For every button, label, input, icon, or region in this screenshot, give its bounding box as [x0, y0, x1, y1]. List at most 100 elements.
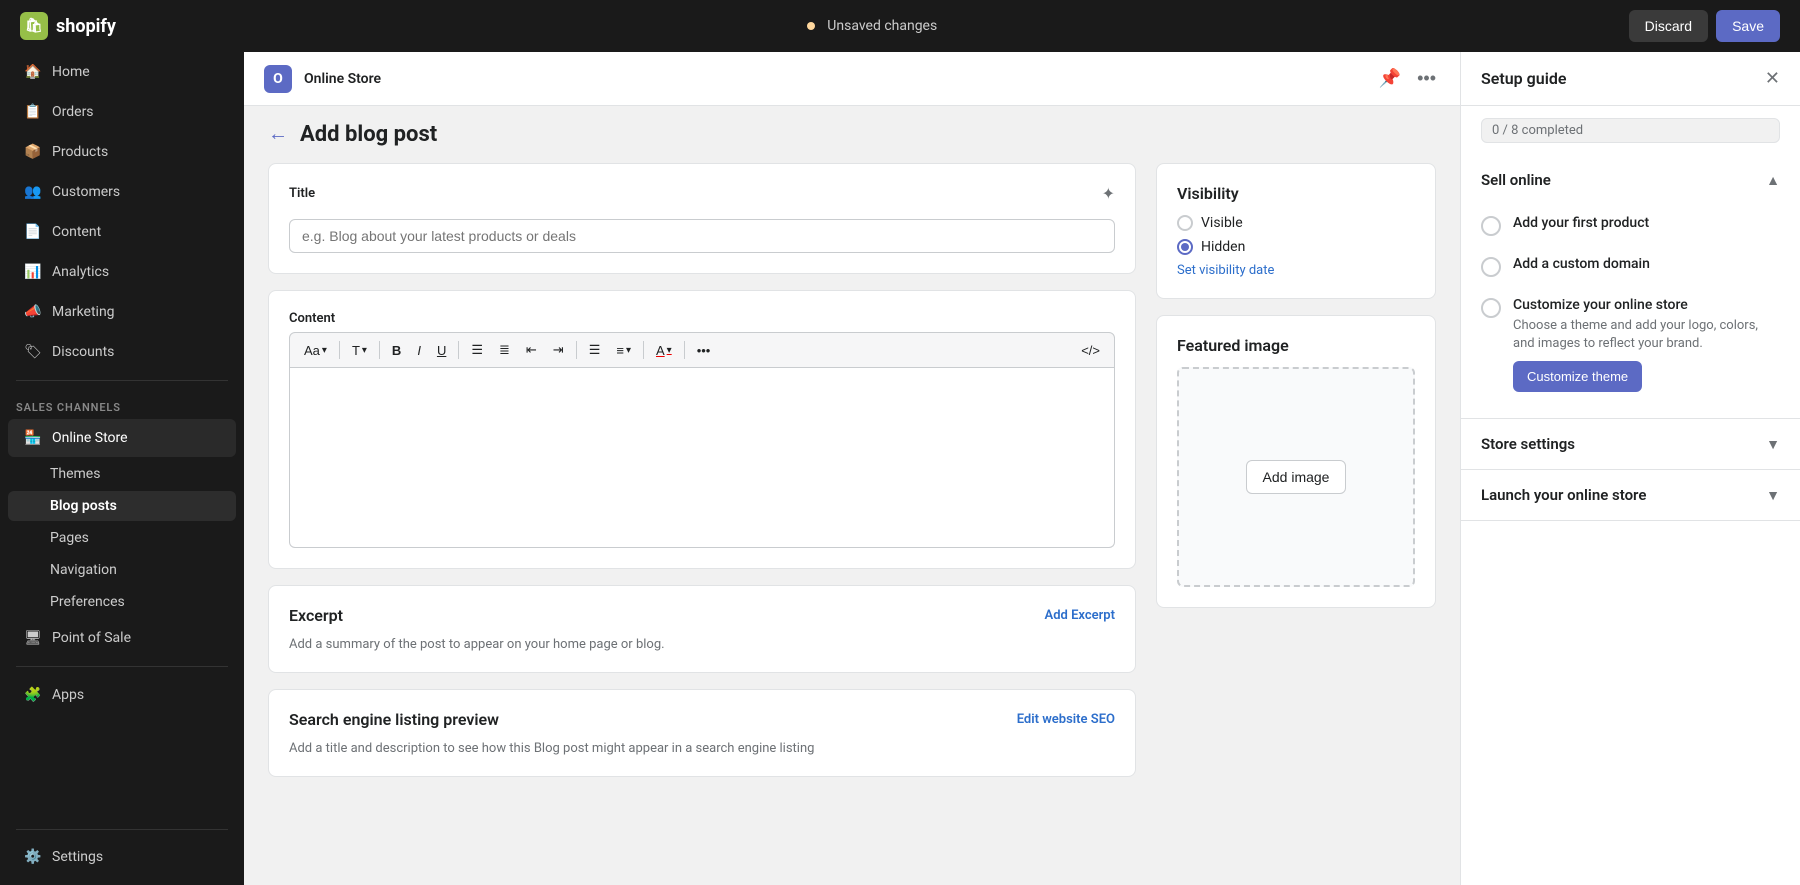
sidebar-item-products[interactable]: 📦 Products — [8, 133, 236, 171]
customize-store-check — [1481, 298, 1501, 318]
sidebar-item-settings[interactable]: ⚙️ Settings — [8, 838, 236, 876]
guide-item-first-product: Add your first product — [1481, 205, 1780, 246]
editor-toolbar: Aa ▾ T ▾ B I U ☰ ≣ ⇤ ⇥ ☰ ≡ ▾ — [289, 332, 1115, 368]
sidebar-item-online-store[interactable]: 🏪 Online Store — [8, 419, 236, 457]
setup-guide-close-button[interactable]: ✕ — [1765, 68, 1780, 89]
sidebar-item-themes[interactable]: Themes — [8, 459, 236, 489]
content-scroll: Title ✦ Content Aa ▾ T ▾ B I U — [244, 163, 1460, 885]
sell-online-body: Add your first product Add a custom doma… — [1461, 205, 1800, 418]
featured-image-area[interactable]: Add image — [1177, 367, 1415, 587]
customize-theme-button[interactable]: Customize theme — [1513, 361, 1642, 392]
shopify-bag-icon: 🛍 — [20, 12, 48, 40]
back-button[interactable]: ← — [268, 123, 288, 146]
save-button[interactable]: Save — [1716, 10, 1780, 42]
sidebar-item-content[interactable]: 📄 Content — [8, 213, 236, 251]
main-layout: 🏠 Home 📋 Orders 📦 Products 👥 Customers 📄… — [0, 52, 1800, 885]
seo-card-title: Search engine listing preview Edit websi… — [289, 710, 1115, 729]
visibility-label: Visibility — [1177, 184, 1239, 203]
sidebar-item-online-store-label: Online Store — [52, 430, 128, 446]
page-title: Add blog post — [300, 122, 437, 147]
toolbar-more-btn[interactable]: ••• — [691, 340, 717, 361]
sidebar-item-orders-label: Orders — [52, 104, 94, 120]
sidebar-item-point-of-sale[interactable]: 🖥 Point of Sale — [8, 619, 236, 657]
sidebar-item-point-of-sale-label: Point of Sale — [52, 630, 131, 646]
toolbar-indent-inc-btn[interactable]: ⇥ — [547, 339, 570, 361]
sidebar-item-blog-posts[interactable]: Blog posts — [8, 491, 236, 521]
sidebar-item-discounts-label: Discounts — [52, 344, 114, 360]
setup-guide-panel: Setup guide ✕ 0 / 8 completed Sell onlin… — [1460, 52, 1800, 885]
toolbar-align-left-btn[interactable]: ☰ — [583, 339, 607, 361]
sell-online-section-header[interactable]: Sell online ▲ — [1461, 155, 1800, 205]
topbar-center: Unsaved changes — [807, 18, 937, 34]
customers-icon: 👥 — [24, 183, 42, 201]
excerpt-card-title: Excerpt Add Excerpt — [289, 606, 1115, 625]
visibility-visible-option[interactable]: Visible — [1177, 215, 1415, 231]
sidebar-item-marketing[interactable]: 📣 Marketing — [8, 293, 236, 331]
sidebar-item-discounts[interactable]: 🏷 Discounts — [8, 333, 236, 371]
toolbar-indent-dec-btn[interactable]: ⇤ — [520, 339, 543, 361]
toolbar-ul-btn[interactable]: ☰ — [465, 339, 489, 361]
sidebar-item-themes-label: Themes — [50, 466, 100, 482]
sidebar-item-navigation[interactable]: Navigation — [8, 555, 236, 585]
hidden-radio[interactable] — [1177, 239, 1193, 255]
sidebar-item-preferences[interactable]: Preferences — [8, 587, 236, 617]
discounts-icon: 🏷 — [24, 343, 42, 361]
set-visibility-date-link[interactable]: Set visibility date — [1177, 263, 1415, 278]
topbar-left: 🛍 shopify — [20, 12, 116, 40]
more-button[interactable]: ••• — [1413, 64, 1440, 93]
sidebar-item-home[interactable]: 🏠 Home — [8, 53, 236, 91]
home-icon: 🏠 — [24, 63, 42, 81]
title-input[interactable] — [289, 219, 1115, 253]
visibility-radio-group: Visible Hidden — [1177, 215, 1415, 255]
sell-online-title: Sell online — [1481, 171, 1551, 189]
discard-button[interactable]: Discard — [1629, 10, 1708, 42]
toolbar-align-btn[interactable]: ≡ ▾ — [610, 340, 637, 361]
hidden-label: Hidden — [1201, 239, 1245, 255]
toolbar-ol-btn[interactable]: ≣ — [493, 339, 516, 361]
magic-icon: ✦ — [1102, 184, 1115, 203]
visible-radio[interactable] — [1177, 215, 1193, 231]
store-settings-section-header[interactable]: Store settings ▼ — [1461, 419, 1800, 469]
toolbar-divider-4 — [576, 341, 577, 359]
sidebar-item-orders[interactable]: 📋 Orders — [8, 93, 236, 131]
toolbar-color-btn[interactable]: A ▾ — [650, 340, 678, 361]
visibility-title: Visibility — [1177, 184, 1415, 203]
launch-section-header[interactable]: Launch your online store ▼ — [1461, 470, 1800, 520]
visibility-hidden-option[interactable]: Hidden — [1177, 239, 1415, 255]
sidebar-item-pages[interactable]: Pages — [8, 523, 236, 553]
add-image-button[interactable]: Add image — [1246, 460, 1347, 494]
sidebar-item-customers-label: Customers — [52, 184, 120, 200]
sidebar-item-customers[interactable]: 👥 Customers — [8, 173, 236, 211]
products-icon: 📦 — [24, 143, 42, 161]
toolbar-font-btn[interactable]: T ▾ — [346, 340, 373, 361]
seo-body: Add a title and description to see how t… — [289, 741, 1115, 756]
toolbar-format-btn[interactable]: Aa ▾ — [298, 340, 333, 361]
sidebar-item-products-label: Products — [52, 144, 108, 160]
sidebar-item-navigation-label: Navigation — [50, 562, 117, 578]
toolbar-divider-5 — [643, 341, 644, 359]
sidebar-item-apps[interactable]: 🧩 Apps — [8, 676, 236, 714]
store-name: Online Store — [304, 71, 381, 87]
pin-button[interactable]: 📌 — [1375, 64, 1405, 93]
toolbar-divider-1 — [339, 341, 340, 359]
toolbar-code-btn[interactable]: </> — [1075, 340, 1106, 361]
toolbar-bold-btn[interactable]: B — [386, 340, 407, 361]
sidebar-item-analytics[interactable]: 📊 Analytics — [8, 253, 236, 291]
custom-domain-title: Add a custom domain — [1513, 256, 1650, 272]
editor-area[interactable] — [289, 368, 1115, 548]
add-excerpt-link[interactable]: Add Excerpt — [1045, 608, 1115, 623]
visibility-card: Visibility Visible Hidden Set visibility… — [1156, 163, 1436, 299]
edit-seo-link[interactable]: Edit website SEO — [1017, 712, 1115, 727]
toolbar-underline-btn[interactable]: U — [431, 340, 452, 361]
guide-item-custom-domain: Add a custom domain — [1481, 246, 1780, 287]
toolbar-italic-btn[interactable]: I — [411, 340, 427, 361]
content-area: O Online Store 📌 ••• ← Add blog post Tit… — [244, 52, 1460, 885]
customize-store-desc: Choose a theme and add your logo, colors… — [1513, 317, 1780, 353]
page-header: O Online Store 📌 ••• — [244, 52, 1460, 106]
sidebar-item-marketing-label: Marketing — [52, 304, 115, 320]
featured-image-label: Featured image — [1177, 336, 1289, 355]
guide-section-store-settings: Store settings ▼ — [1461, 419, 1800, 470]
sales-channels-header: Sales channels — [0, 389, 244, 418]
sidebar-item-blog-posts-label: Blog posts — [50, 498, 117, 514]
pos-icon: 🖥 — [24, 629, 42, 647]
